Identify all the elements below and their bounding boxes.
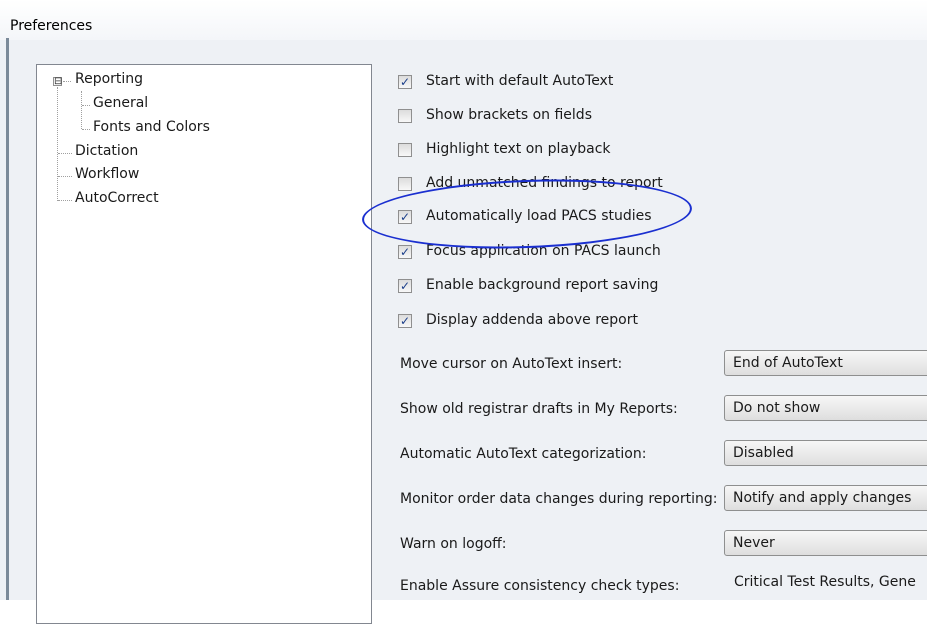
- tree-item-fonts-and-colors[interactable]: Fonts and Colors: [93, 119, 210, 135]
- collapse-icon[interactable]: ⊟: [53, 77, 62, 87]
- setting-label-assure-consistency: Enable Assure consistency check types:: [400, 578, 680, 594]
- option-label: Display addenda above report: [426, 312, 638, 328]
- tree-connector: [82, 105, 90, 106]
- preferences-window: Preferences ⊟ Reporting General Fonts an…: [0, 0, 927, 624]
- window-title: Preferences: [10, 18, 93, 34]
- setting-label-registrar-drafts: Show old registrar drafts in My Reports:: [400, 401, 678, 417]
- setting-label-monitor-order-data: Monitor order data changes during report…: [400, 491, 718, 507]
- tree-connector: [63, 81, 71, 82]
- tree-item-general[interactable]: General: [93, 95, 149, 111]
- checkbox[interactable]: ✓: [398, 245, 412, 259]
- option-label: Highlight text on playback: [426, 141, 611, 157]
- assure-consistency-value[interactable]: Critical Test Results, Gene: [734, 574, 916, 590]
- option-label: Enable background report saving: [426, 277, 659, 293]
- checkbox[interactable]: ✓: [398, 75, 412, 89]
- tree-connector: [81, 91, 82, 129]
- tree-connector: [58, 153, 72, 154]
- move-cursor-dropdown[interactable]: End of AutoText: [724, 350, 927, 376]
- warn-on-logoff-dropdown[interactable]: Never: [724, 530, 927, 556]
- setting-label-warn-on-logoff: Warn on logoff:: [400, 536, 507, 552]
- tree-connector: [57, 87, 58, 201]
- tree-item-dictation[interactable]: Dictation: [75, 143, 138, 159]
- checkbox[interactable]: [398, 177, 412, 191]
- tree-connector: [58, 200, 72, 201]
- checkbox[interactable]: ✓: [398, 279, 412, 293]
- tree-item-autocorrect[interactable]: AutoCorrect: [75, 190, 159, 206]
- tree-item-reporting[interactable]: Reporting: [75, 71, 143, 87]
- tree-connector: [82, 129, 90, 130]
- monitor-order-data-dropdown[interactable]: Notify and apply changes: [724, 485, 927, 511]
- setting-label-move-cursor: Move cursor on AutoText insert:: [400, 356, 623, 372]
- checkbox[interactable]: [398, 143, 412, 157]
- tree-connector: [58, 176, 72, 177]
- tree-item-workflow[interactable]: Workflow: [75, 166, 139, 182]
- checkbox[interactable]: [398, 109, 412, 123]
- autotext-categorization-dropdown[interactable]: Disabled: [724, 440, 927, 466]
- registrar-drafts-dropdown[interactable]: Do not show: [724, 395, 927, 421]
- option-label: Start with default AutoText: [426, 73, 614, 89]
- window-border: [6, 38, 9, 600]
- checkbox[interactable]: ✓: [398, 314, 412, 328]
- title-bar: [0, 0, 927, 40]
- option-label: Show brackets on fields: [426, 107, 592, 123]
- setting-label-autotext-categorization: Automatic AutoText categorization:: [400, 446, 647, 462]
- preferences-tree[interactable]: ⊟ Reporting General Fonts and Colors Dic…: [36, 64, 372, 624]
